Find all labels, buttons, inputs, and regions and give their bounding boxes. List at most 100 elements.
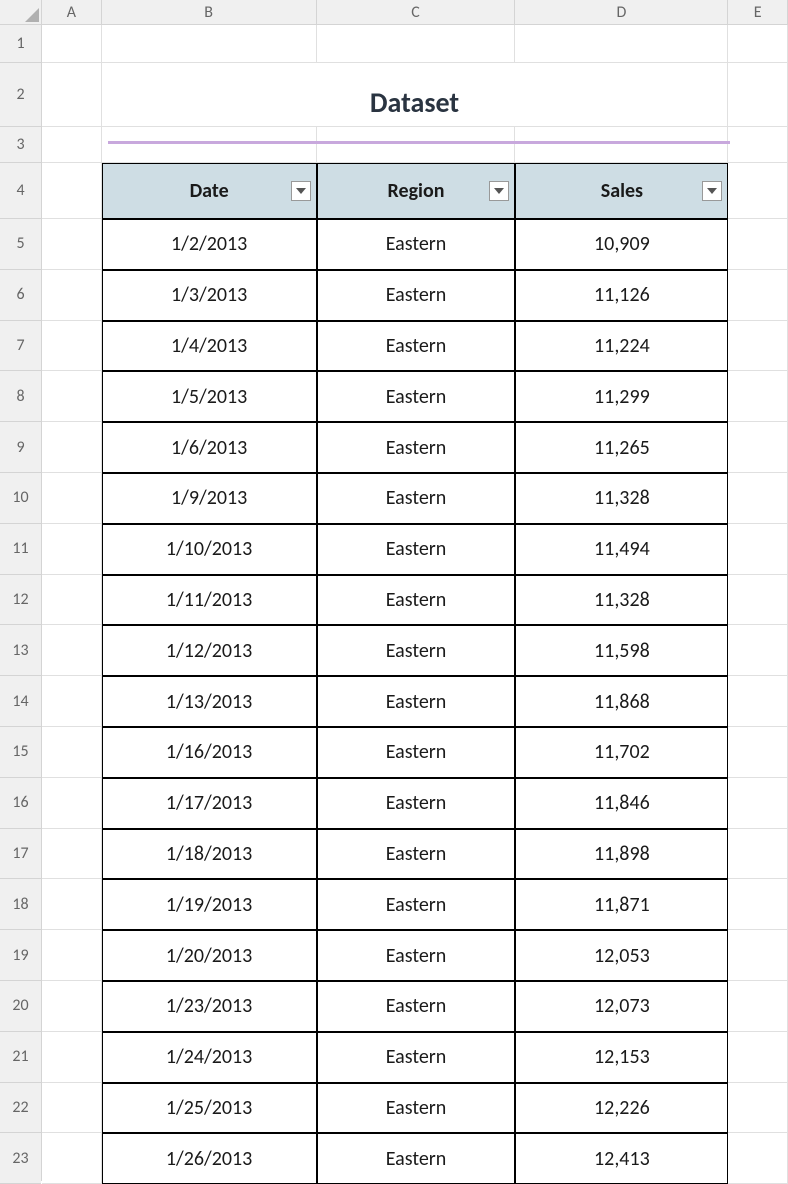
cell-region[interactable]: Eastern <box>317 1032 516 1083</box>
header-region[interactable]: Region <box>317 163 516 219</box>
cell-sales[interactable]: 10,909 <box>515 219 728 270</box>
cell-E3[interactable] <box>728 127 788 163</box>
row-header-22[interactable]: 22 <box>0 1083 41 1134</box>
cell-A1[interactable] <box>42 25 102 63</box>
cell-region[interactable]: Eastern <box>317 981 516 1032</box>
cell-A10[interactable] <box>42 473 102 524</box>
cell-date[interactable]: 1/20/2013 <box>102 930 317 981</box>
cell-E9[interactable] <box>728 422 788 473</box>
cell-region[interactable]: Eastern <box>317 676 516 727</box>
cell-C3[interactable] <box>317 127 516 163</box>
row-header-15[interactable]: 15 <box>0 727 41 778</box>
row-header-3[interactable]: 3 <box>0 127 41 163</box>
cell-sales[interactable]: 12,073 <box>515 981 728 1032</box>
cell-E20[interactable] <box>728 981 788 1032</box>
cell-B3[interactable] <box>102 127 317 163</box>
row-header-10[interactable]: 10 <box>0 473 41 524</box>
cell-region[interactable]: Eastern <box>317 727 516 778</box>
cell-A16[interactable] <box>42 778 102 829</box>
cell-E16[interactable] <box>728 778 788 829</box>
cell-E4[interactable] <box>728 163 788 219</box>
title-cell[interactable]: Dataset <box>102 63 729 127</box>
cell-sales[interactable]: 12,226 <box>515 1083 728 1134</box>
cell-sales[interactable]: 11,598 <box>515 625 728 676</box>
cell-date[interactable]: 1/26/2013 <box>102 1133 317 1184</box>
cell-region[interactable]: Eastern <box>317 219 516 270</box>
row-header-12[interactable]: 12 <box>0 575 41 626</box>
cell-region[interactable]: Eastern <box>317 371 516 422</box>
cell-A7[interactable] <box>42 321 102 372</box>
cell-sales[interactable]: 11,898 <box>515 829 728 880</box>
cell-sales[interactable]: 12,053 <box>515 930 728 981</box>
row-header-4[interactable]: 4 <box>0 163 41 219</box>
cell-A15[interactable] <box>42 727 102 778</box>
cell-A4[interactable] <box>42 163 102 219</box>
cell-region[interactable]: Eastern <box>317 270 516 321</box>
cell-A3[interactable] <box>42 127 102 163</box>
cell-date[interactable]: 1/18/2013 <box>102 829 317 880</box>
row-header-18[interactable]: 18 <box>0 879 41 930</box>
cell-A13[interactable] <box>42 625 102 676</box>
cell-E2[interactable] <box>728 63 788 127</box>
cell-A11[interactable] <box>42 524 102 575</box>
col-header-C[interactable]: C <box>317 0 516 24</box>
row-header-11[interactable]: 11 <box>0 524 41 575</box>
cell-sales[interactable]: 11,868 <box>515 676 728 727</box>
cell-sales[interactable]: 12,413 <box>515 1133 728 1184</box>
cell-E14[interactable] <box>728 676 788 727</box>
filter-button-date[interactable] <box>291 181 311 201</box>
col-header-E[interactable]: E <box>728 0 788 24</box>
cell-E17[interactable] <box>728 829 788 880</box>
cell-region[interactable]: Eastern <box>317 625 516 676</box>
cell-region[interactable]: Eastern <box>317 829 516 880</box>
cell-E22[interactable] <box>728 1083 788 1134</box>
row-header-6[interactable]: 6 <box>0 270 41 321</box>
cell-date[interactable]: 1/4/2013 <box>102 321 317 372</box>
cell-region[interactable]: Eastern <box>317 321 516 372</box>
row-header-1[interactable]: 1 <box>0 25 41 63</box>
cell-sales[interactable]: 11,299 <box>515 371 728 422</box>
cell-region[interactable]: Eastern <box>317 930 516 981</box>
cell-date[interactable]: 1/24/2013 <box>102 1032 317 1083</box>
header-date[interactable]: Date <box>102 163 317 219</box>
cell-C1[interactable] <box>317 25 516 63</box>
cell-E5[interactable] <box>728 219 788 270</box>
row-header-5[interactable]: 5 <box>0 219 41 270</box>
cell-E23[interactable] <box>728 1133 788 1184</box>
cell-sales[interactable]: 11,126 <box>515 270 728 321</box>
cell-E10[interactable] <box>728 473 788 524</box>
select-all-triangle[interactable] <box>0 0 42 25</box>
col-header-D[interactable]: D <box>515 0 728 24</box>
cell-sales[interactable]: 11,702 <box>515 727 728 778</box>
cell-A6[interactable] <box>42 270 102 321</box>
cell-sales[interactable]: 11,224 <box>515 321 728 372</box>
cell-sales[interactable]: 11,871 <box>515 879 728 930</box>
cell-date[interactable]: 1/19/2013 <box>102 879 317 930</box>
cell-A21[interactable] <box>42 1032 102 1083</box>
row-header-16[interactable]: 16 <box>0 778 41 829</box>
cell-date[interactable]: 1/3/2013 <box>102 270 317 321</box>
cell-date[interactable]: 1/23/2013 <box>102 981 317 1032</box>
row-header-14[interactable]: 14 <box>0 676 41 727</box>
cell-E13[interactable] <box>728 625 788 676</box>
cell-A9[interactable] <box>42 422 102 473</box>
cell-date[interactable]: 1/10/2013 <box>102 524 317 575</box>
cell-date[interactable]: 1/16/2013 <box>102 727 317 778</box>
cell-date[interactable]: 1/5/2013 <box>102 371 317 422</box>
cell-A18[interactable] <box>42 879 102 930</box>
cell-date[interactable]: 1/2/2013 <box>102 219 317 270</box>
col-header-B[interactable]: B <box>102 0 317 24</box>
row-header-21[interactable]: 21 <box>0 1032 41 1083</box>
cell-A12[interactable] <box>42 575 102 626</box>
cell-A22[interactable] <box>42 1083 102 1134</box>
row-header-13[interactable]: 13 <box>0 625 41 676</box>
cell-D1[interactable] <box>515 25 728 63</box>
cell-A19[interactable] <box>42 930 102 981</box>
cell-date[interactable]: 1/11/2013 <box>102 575 317 626</box>
cell-A14[interactable] <box>42 676 102 727</box>
row-header-17[interactable]: 17 <box>0 829 41 880</box>
cell-sales[interactable]: 12,153 <box>515 1032 728 1083</box>
filter-button-region[interactable] <box>489 181 509 201</box>
cell-E6[interactable] <box>728 270 788 321</box>
cell-A23[interactable] <box>42 1133 102 1184</box>
